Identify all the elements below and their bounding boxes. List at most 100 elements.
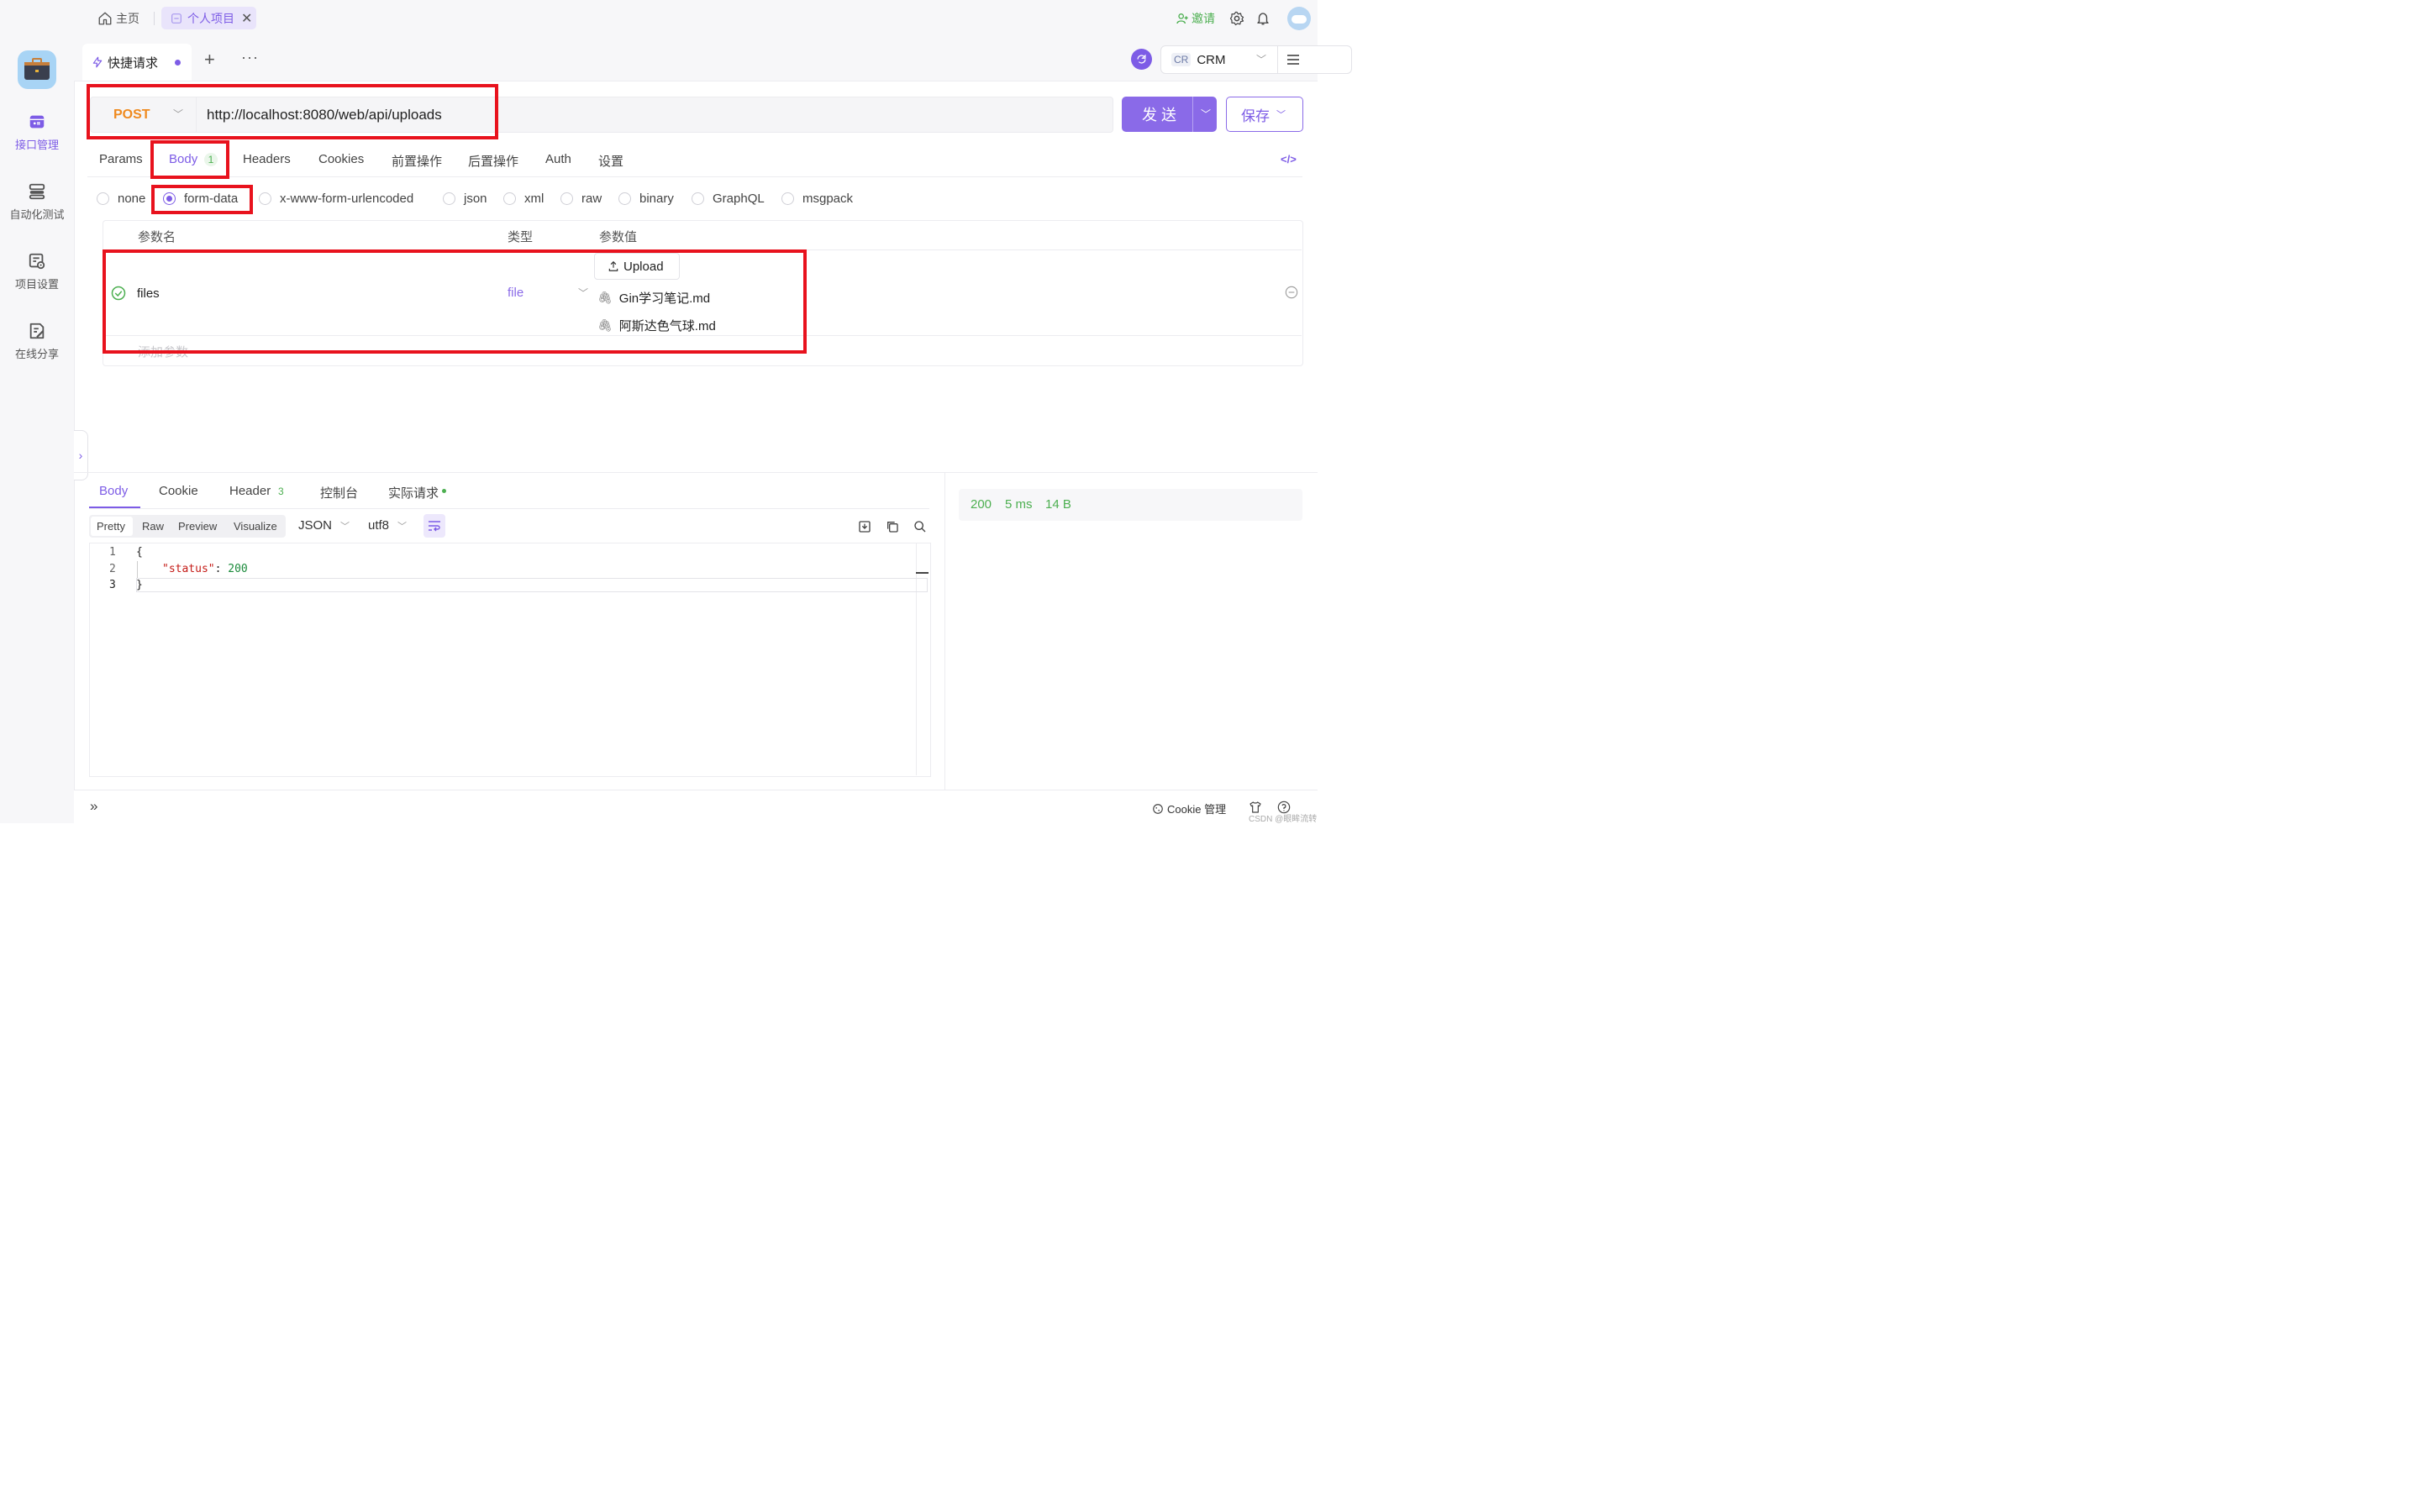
mode-visualize[interactable]: Visualize [234,520,277,533]
close-icon[interactable]: ✕ [241,10,252,27]
scrollbar-thumb[interactable] [916,572,929,574]
response-tab-header[interactable]: Header [229,484,271,498]
table-divider [103,335,1302,336]
radio-none[interactable] [97,192,109,205]
response-tab-body[interactable]: Body [99,484,128,498]
status-panel: 200 5 ms 14 B [959,489,1302,521]
avatar[interactable] [1287,7,1311,30]
radio-x-www-form-urlencoded[interactable] [259,192,271,205]
method-label: POST [113,107,150,122]
code-close-brace: } [136,579,143,591]
url-input[interactable]: http://localhost:8080/web/api/uploads [207,107,442,123]
param-type[interactable]: file [508,286,523,300]
search-icon[interactable] [913,520,927,533]
upload-button[interactable]: Upload [594,253,680,280]
sidebar-item-label: 接口管理 [14,139,59,151]
file-item[interactable]: 🖇 Gin学习笔记.md [597,289,710,307]
expand-sidebar-handle[interactable]: › [74,430,88,480]
tab-pre-operations[interactable]: 前置操作 [392,152,442,170]
home-tab-label: 主页 [116,11,139,25]
sidebar-item-online-share[interactable]: 在线分享 [0,322,74,361]
radio-label-msgpack: msgpack [802,192,854,206]
divider [89,508,929,509]
chevron-down-icon[interactable]: ﹀ [578,286,588,300]
collapse-icon[interactable]: » [90,798,97,815]
bell-icon[interactable] [1255,10,1270,27]
sync-icon [1137,54,1146,64]
json-value: 200 [228,563,248,575]
response-tab-cookie[interactable]: Cookie [159,484,198,498]
chevron-down-icon: ﹀ [397,521,408,532]
response-tab-console[interactable]: 控制台 [320,484,358,501]
copy-icon[interactable] [886,520,899,533]
tab-settings[interactable]: 设置 [598,152,623,170]
radio-label-xml: xml [524,192,544,206]
footer: » Cookie 管理 CSDN @眼眸流转 [74,790,1318,824]
cookie-manage-button[interactable]: Cookie 管理 [1152,801,1226,816]
encoding-select[interactable]: utf8 ﹀ [368,518,407,533]
cookie-manage-label: Cookie 管理 [1167,803,1227,816]
line-number: 1 [109,546,116,559]
active-line-highlight [136,578,928,592]
encoding-label: utf8 [368,518,390,533]
mode-preview[interactable]: Preview [178,520,217,533]
project-tab[interactable]: 个人项目 ✕ [161,7,256,29]
header-count-badge: 3 [278,486,284,497]
environment-badge: CR [1171,53,1192,66]
chevron-down-icon: ﹀ [1256,54,1267,66]
mode-pretty[interactable]: Pretty [97,520,125,533]
radio-label-form-data: form-data [184,192,239,206]
add-param-input[interactable]: 添加参数 [138,343,188,360]
radio-label-raw: raw [581,192,602,206]
radio-json[interactable] [443,192,455,205]
home-tab[interactable]: 主页 [92,7,146,29]
sync-button[interactable] [1131,49,1152,70]
file-name: Gin学习笔记.md [618,291,711,306]
line-number: 3 [109,579,116,591]
gear-icon[interactable] [1229,11,1244,26]
radio-raw[interactable] [560,192,573,205]
project-logo[interactable] [18,50,56,89]
format-select[interactable]: JSON ﹀ [298,518,350,533]
sidebar-item-project-settings[interactable]: 项目设置 [0,252,74,291]
indent-guide [137,561,138,578]
remove-icon[interactable] [1285,286,1298,299]
chevron-down-icon[interactable]: ﹀ [1201,107,1211,121]
add-tab-button[interactable]: + [204,49,215,71]
radio-binary[interactable] [618,192,631,205]
response-tab-actual-request[interactable]: 实际请求 [388,484,439,501]
invite-button[interactable]: 邀请 [1176,10,1215,27]
send-button[interactable]: 发 送 ﹀ [1122,97,1217,132]
radio-msgpack[interactable] [781,192,794,205]
param-name[interactable]: files [137,286,160,301]
save-label: 保存 [1241,108,1270,124]
tab-params[interactable]: Params [99,152,143,166]
check-circle-icon[interactable] [111,286,126,301]
tab-headers[interactable]: Headers [243,152,291,166]
save-button[interactable]: 保存 ﹀ [1226,97,1303,132]
wrap-lines-button[interactable] [424,514,445,538]
quick-request-tab[interactable]: 快捷请求 [82,44,192,81]
download-icon[interactable] [858,520,871,533]
tab-post-operations[interactable]: 后置操作 [468,152,518,170]
radio-graphql[interactable] [692,192,704,205]
menu-icon[interactable] [1286,54,1300,66]
more-icon[interactable]: ··· [241,49,259,66]
radio-label-graphql: GraphQL [713,192,765,206]
file-item[interactable]: 🖇 阿斯达色气球.md [597,317,716,334]
sidebar-item-api-management[interactable]: 接口管理 [0,113,74,152]
method-select[interactable]: POST ﹀ [91,97,197,132]
sidebar-item-automation[interactable]: 自动化测试 [0,182,74,222]
radio-form-data[interactable] [163,192,176,205]
mode-raw[interactable]: Raw [142,520,164,533]
status-dot [442,489,446,493]
quick-request-label: 快捷请求 [108,55,159,71]
tab-body[interactable]: Body [169,152,197,166]
environment-select[interactable]: CR CRM ﹀ [1160,45,1352,74]
tab-cookies[interactable]: Cookies [318,152,364,166]
upload-icon [608,260,618,271]
tab-auth[interactable]: Auth [545,152,571,166]
code-icon[interactable]: </> [1281,153,1297,165]
sidebar-item-label: 自动化测试 [9,208,65,221]
radio-xml[interactable] [503,192,516,205]
